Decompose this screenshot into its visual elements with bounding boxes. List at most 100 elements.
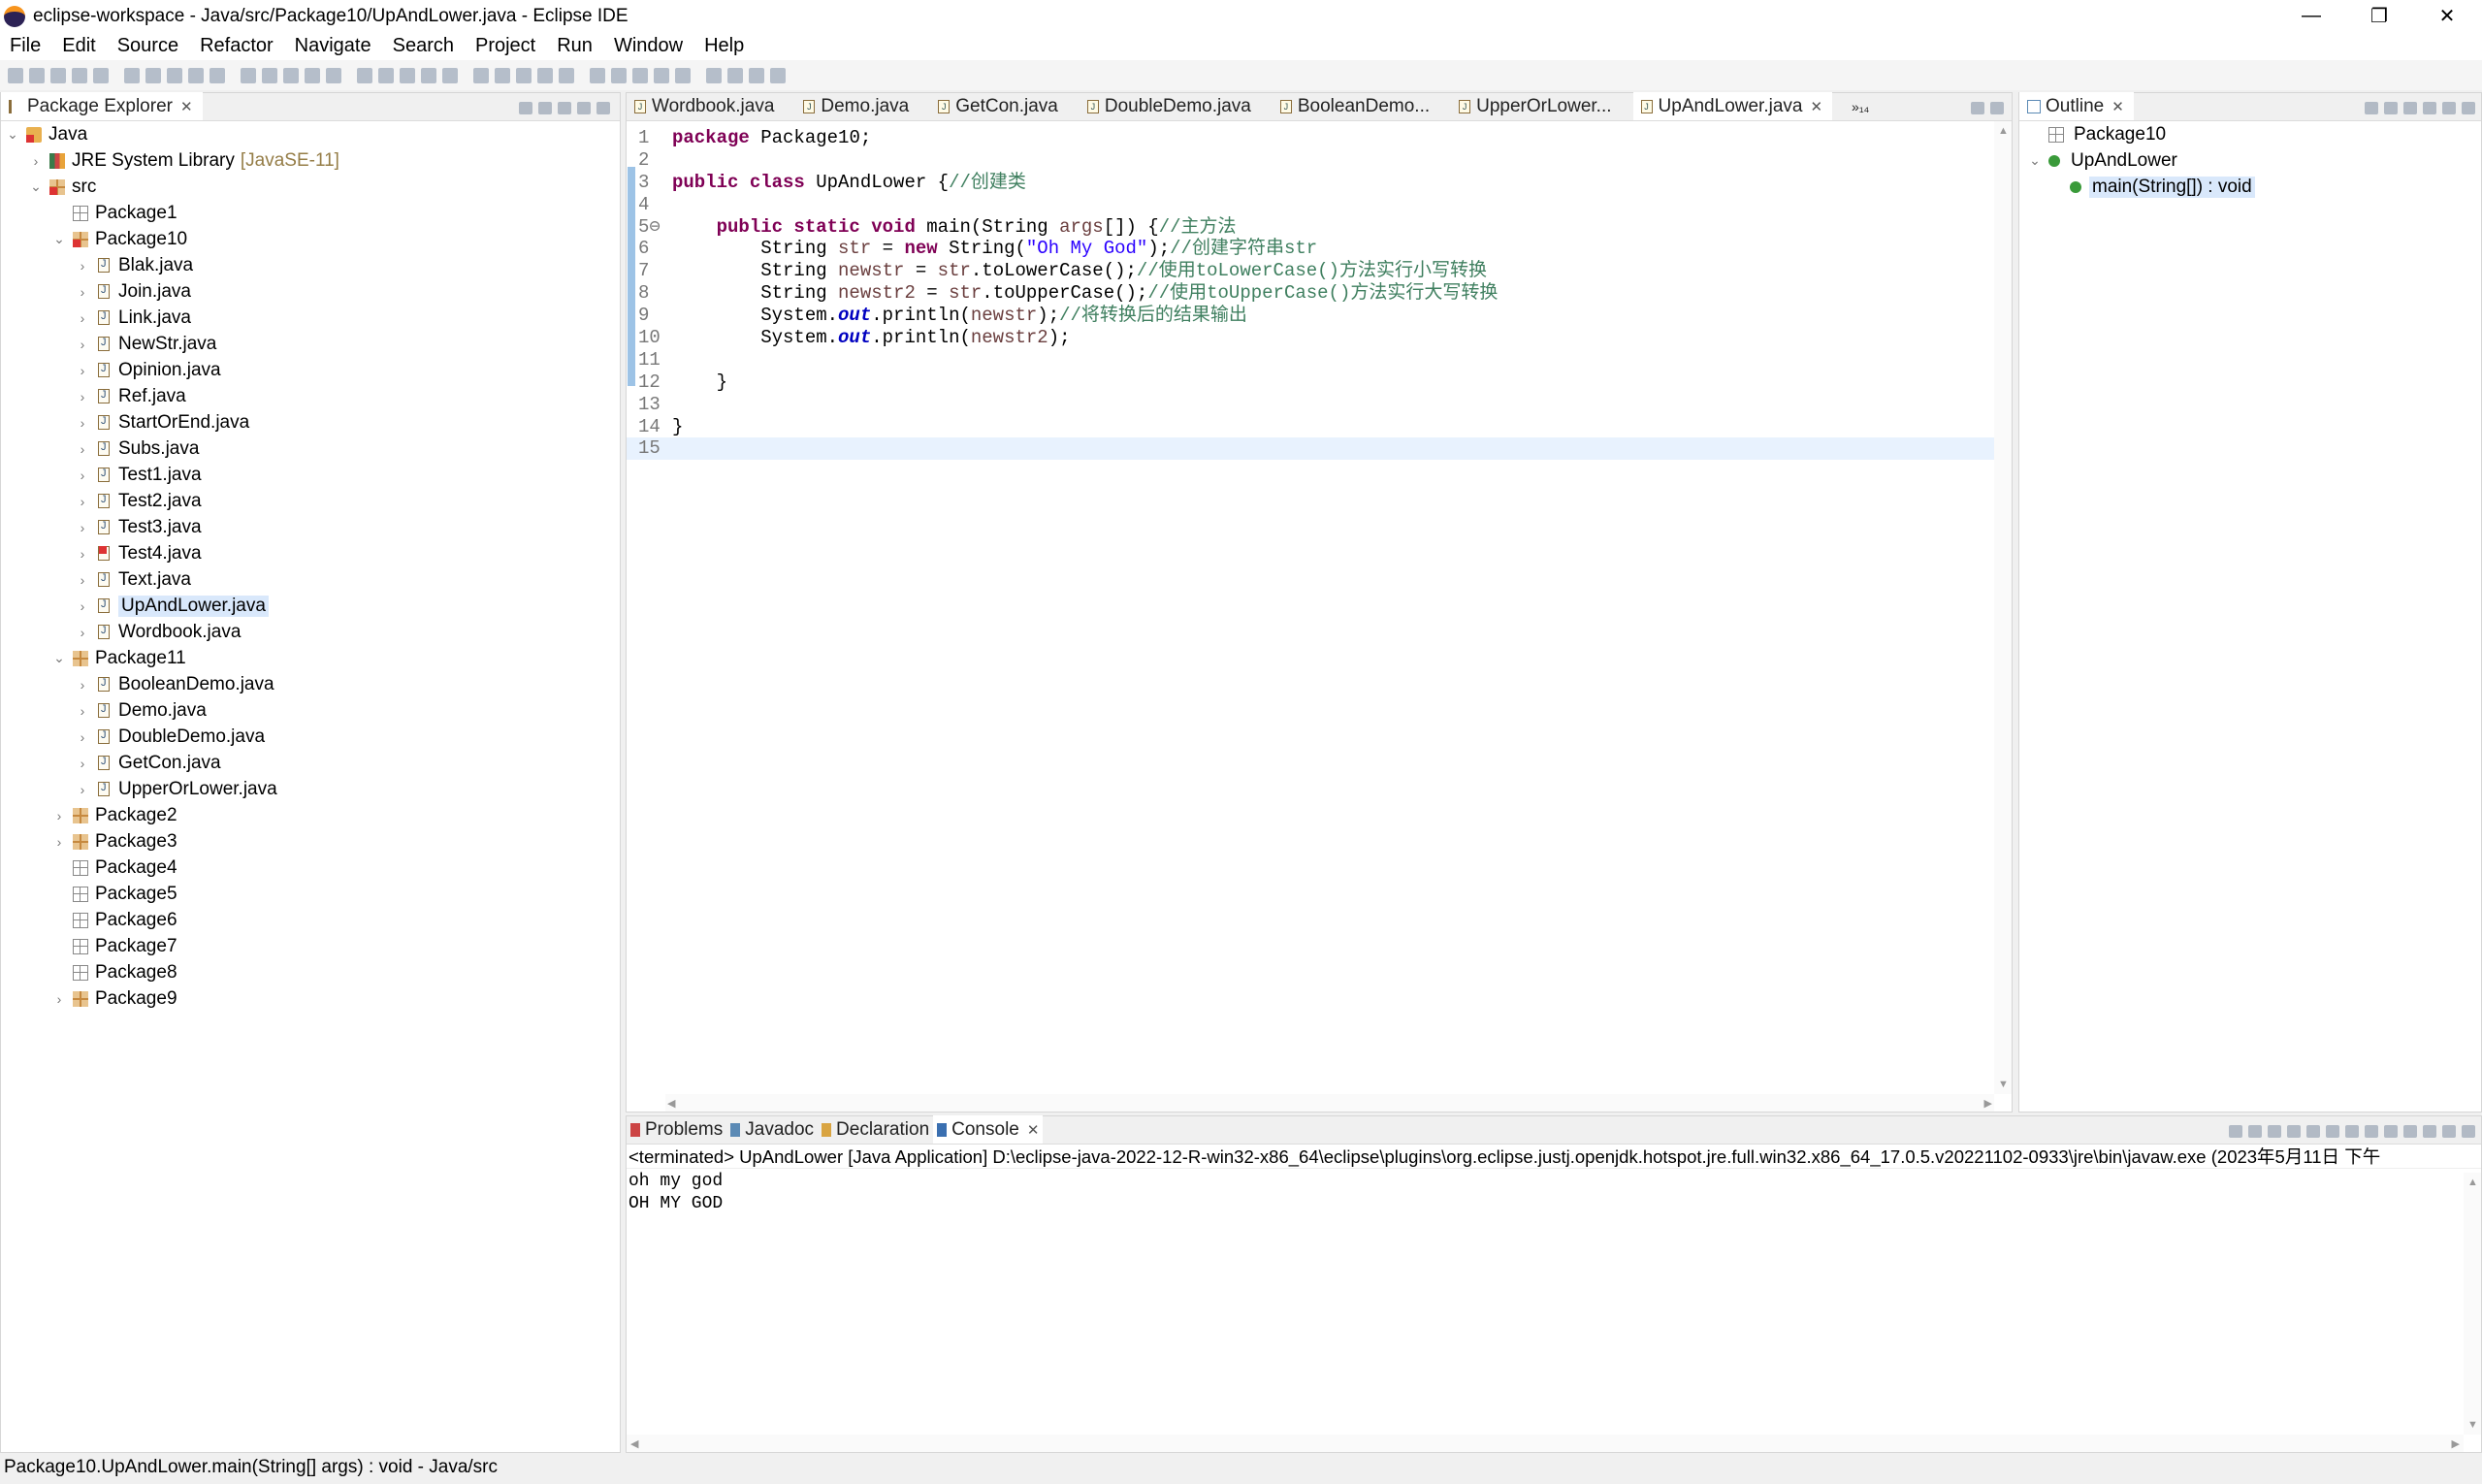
maximize-view-icon[interactable] (2462, 1125, 2475, 1138)
menu-file[interactable]: File (10, 35, 41, 57)
menu-run[interactable]: Run (557, 35, 593, 57)
word-wrap-icon[interactable] (2326, 1125, 2339, 1138)
tab-upperorlower-[interactable]: J UpperOrLower... (1451, 92, 1621, 120)
tab-package-explorer[interactable]: Package Explorer ✕ (1, 92, 203, 120)
tree-item[interactable]: Package8 (1, 959, 620, 985)
toolbar-button-icon[interactable] (241, 67, 256, 83)
chevron-right-icon[interactable]: › (75, 572, 90, 588)
chevron-right-icon[interactable]: › (75, 756, 90, 771)
code-editor[interactable]: 1 package Package10; 2 3 public class UpAndL… (627, 121, 2012, 461)
tree-item[interactable]: › Ref.java (1, 383, 620, 409)
toolbar-button-icon[interactable] (495, 67, 510, 83)
remove-all-icon[interactable] (2268, 1125, 2281, 1138)
maximize-view-icon[interactable] (1990, 102, 2004, 114)
tab-upandlower-java[interactable]: J UpAndLower.java ✕ (1632, 92, 1833, 120)
toolbar-button-icon[interactable] (749, 67, 764, 83)
tree-item[interactable]: › Blak.java (1, 252, 620, 278)
tree-item[interactable]: › Package2 (1, 802, 620, 828)
tree-item[interactable]: ⌄ Package10 (1, 226, 620, 252)
chevron-right-icon[interactable]: › (75, 494, 90, 509)
toolbar-button-icon[interactable] (421, 67, 436, 83)
toolbar-button-icon[interactable] (727, 67, 743, 83)
outline-item[interactable]: Package10 (2019, 121, 2481, 147)
minimize-view-icon[interactable] (1971, 102, 1984, 114)
chevron-right-icon[interactable]: › (75, 677, 90, 693)
chevron-right-icon[interactable]: › (75, 337, 90, 352)
tree-item[interactable]: › Test2.java (1, 488, 620, 514)
minimize-view-icon[interactable] (2442, 1125, 2456, 1138)
toolbar-button-icon[interactable] (210, 67, 225, 83)
toolbar-button-icon[interactable] (559, 67, 574, 83)
tab-demo-java[interactable]: J Demo.java (795, 92, 919, 120)
toolbar-button-icon[interactable] (516, 67, 532, 83)
toolbar-button-icon[interactable] (632, 67, 648, 83)
toolbar-button-icon[interactable] (442, 67, 458, 83)
hide-nonpublic-icon[interactable] (2423, 102, 2436, 114)
chevron-right-icon[interactable]: › (75, 703, 90, 719)
minimize-view-icon[interactable] (2462, 102, 2475, 114)
tree-item[interactable]: › Test4.java (1, 540, 620, 566)
close-icon[interactable]: ✕ (1027, 1121, 1040, 1139)
chevron-down-icon[interactable]: ⌄ (51, 650, 67, 666)
toolbar-button-icon[interactable] (611, 67, 627, 83)
display-console-icon[interactable] (2403, 1125, 2417, 1138)
toolbar-button-icon[interactable] (93, 67, 109, 83)
view-menu-icon[interactable] (558, 102, 571, 114)
clear-console-icon[interactable] (2287, 1125, 2301, 1138)
toolbar-button-icon[interactable] (72, 67, 87, 83)
menu-help[interactable]: Help (704, 35, 744, 57)
chevron-right-icon[interactable]: › (75, 546, 90, 562)
toolbar-button-icon[interactable] (326, 67, 341, 83)
tree-item[interactable]: ⌄ src (1, 174, 620, 200)
restore-button[interactable]: ❐ (2345, 0, 2413, 32)
toolbar-button-icon[interactable] (305, 67, 320, 83)
tree-item[interactable]: › StartOrEnd.java (1, 409, 620, 436)
tree-item[interactable]: › UpperOrLower.java (1, 776, 620, 802)
tree-item[interactable]: › Text.java (1, 566, 620, 593)
chevron-right-icon[interactable]: › (75, 415, 90, 431)
toolbar-button-icon[interactable] (283, 67, 299, 83)
menu-edit[interactable]: Edit (62, 35, 95, 57)
tab-doubledemo-java[interactable]: J DoubleDemo.java (1080, 92, 1261, 120)
remove-launch-icon[interactable] (2248, 1125, 2262, 1138)
chevron-right-icon[interactable]: › (51, 808, 67, 823)
toolbar-button-icon[interactable] (124, 67, 140, 83)
tree-item[interactable]: › GetCon.java (1, 750, 620, 776)
tab-console[interactable]: Console ✕ (933, 1115, 1044, 1144)
tree-item[interactable]: › UpAndLower.java (1, 593, 620, 619)
chevron-right-icon[interactable]: › (51, 834, 67, 850)
chevron-right-icon[interactable]: › (75, 441, 90, 457)
tree-item[interactable]: › Test3.java (1, 514, 620, 540)
tree-item[interactable]: › Subs.java (1, 436, 620, 462)
chevron-right-icon[interactable]: › (75, 284, 90, 300)
toolbar-button-icon[interactable] (378, 67, 394, 83)
editor-vertical-scrollbar[interactable]: ▲ ▼ (1994, 121, 2012, 1094)
chevron-right-icon[interactable]: › (75, 520, 90, 535)
toolbar-button-icon[interactable] (473, 67, 489, 83)
chevron-down-icon[interactable]: ⌄ (51, 231, 67, 247)
chevron-right-icon[interactable]: › (28, 153, 44, 169)
console-vertical-scrollbar[interactable]: ▲ ▼ (2464, 1173, 2481, 1435)
tab-declaration[interactable]: Declaration (818, 1115, 933, 1144)
menu-refactor[interactable]: Refactor (200, 35, 274, 57)
tree-item[interactable]: › BooleanDemo.java (1, 671, 620, 697)
toolbar-button-icon[interactable] (590, 67, 605, 83)
toolbar-button-icon[interactable] (8, 67, 23, 83)
close-icon[interactable]: ✕ (2111, 98, 2124, 115)
tree-item[interactable]: Package1 (1, 200, 620, 226)
hide-fields-icon[interactable] (2384, 102, 2398, 114)
tree-item[interactable]: › Package9 (1, 985, 620, 1012)
chevron-right-icon[interactable]: › (75, 598, 90, 614)
tree-item[interactable]: › Demo.java (1, 697, 620, 724)
chevron-right-icon[interactable]: › (75, 389, 90, 404)
tree-item[interactable]: › JRE System Library [JavaSE-11] (1, 147, 620, 174)
editor-horizontal-scrollbar[interactable]: ◀ ▶ (665, 1094, 1994, 1112)
toolbar-button-icon[interactable] (706, 67, 722, 83)
show-stdout-icon[interactable] (2345, 1125, 2359, 1138)
toolbar-button-icon[interactable] (167, 67, 182, 83)
scroll-lock-icon[interactable] (2306, 1125, 2320, 1138)
toolbar-button-icon[interactable] (50, 67, 66, 83)
toolbar-button-icon[interactable] (29, 67, 45, 83)
chevron-right-icon[interactable]: › (75, 625, 90, 640)
menu-source[interactable]: Source (117, 35, 178, 57)
